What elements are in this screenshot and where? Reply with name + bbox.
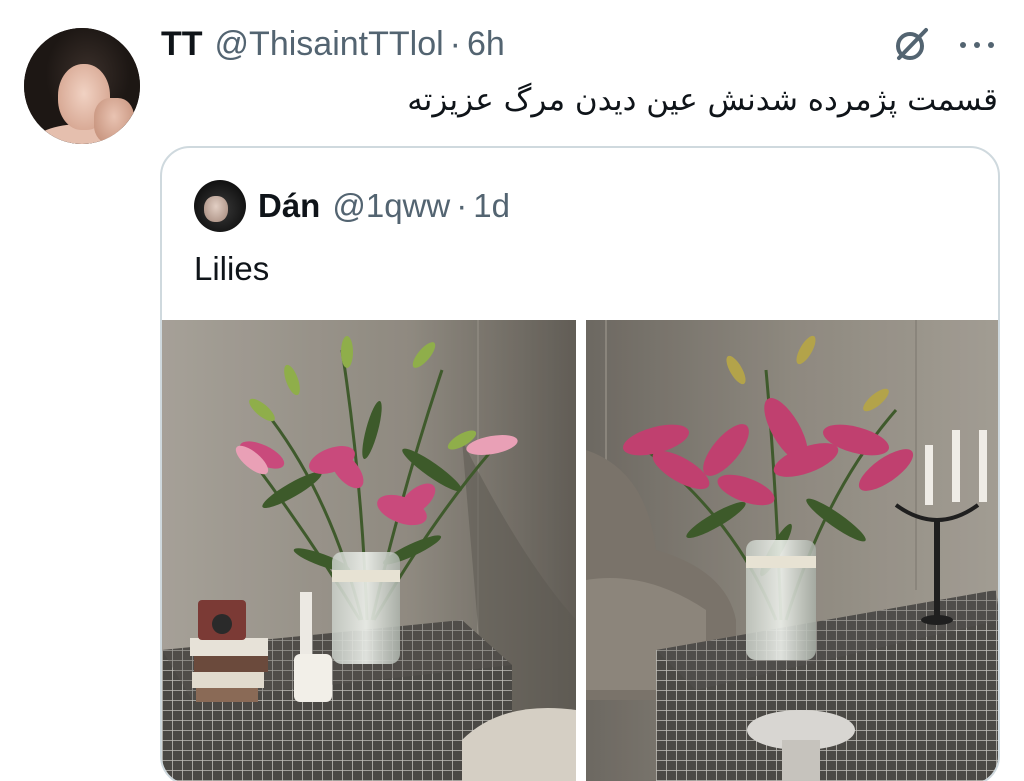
quoted-separator-dot: · [456,187,468,224]
author-display-name[interactable]: TT [161,25,203,64]
quoted-tweet-timestamp[interactable]: 1d [473,187,510,225]
tweet-timestamp[interactable]: 6h [467,25,505,64]
quoted-author-handle[interactable]: @1qww [332,187,450,225]
quoted-author-avatar[interactable] [194,180,246,232]
quoted-author-display-name[interactable]: Dán [258,187,320,225]
quoted-tweet-header: Dán @1qww · 1d [258,184,510,228]
lilies-vase-photo-1[interactable] [162,320,576,781]
quoted-tweet-text: Lilies [194,250,270,287]
tweet-header: TT @ThisaintTTlol · 6h [161,24,505,64]
lilies-vase-photo-2[interactable] [586,320,998,781]
separator-dot: · [449,24,461,63]
tweet-text: قسمت پژمرده شدنش عین دیدن مرگ عزیزته [407,82,998,118]
grok-icon[interactable] [890,24,932,66]
author-handle[interactable]: @ThisaintTTlol [215,25,444,64]
more-icon[interactable] [956,28,998,62]
quoted-tweet-card[interactable]: Dán @1qww · 1d Lilies [160,146,1000,781]
author-avatar[interactable] [24,28,140,144]
avatar-hand [94,98,134,144]
quoted-avatar-hand [204,196,228,222]
